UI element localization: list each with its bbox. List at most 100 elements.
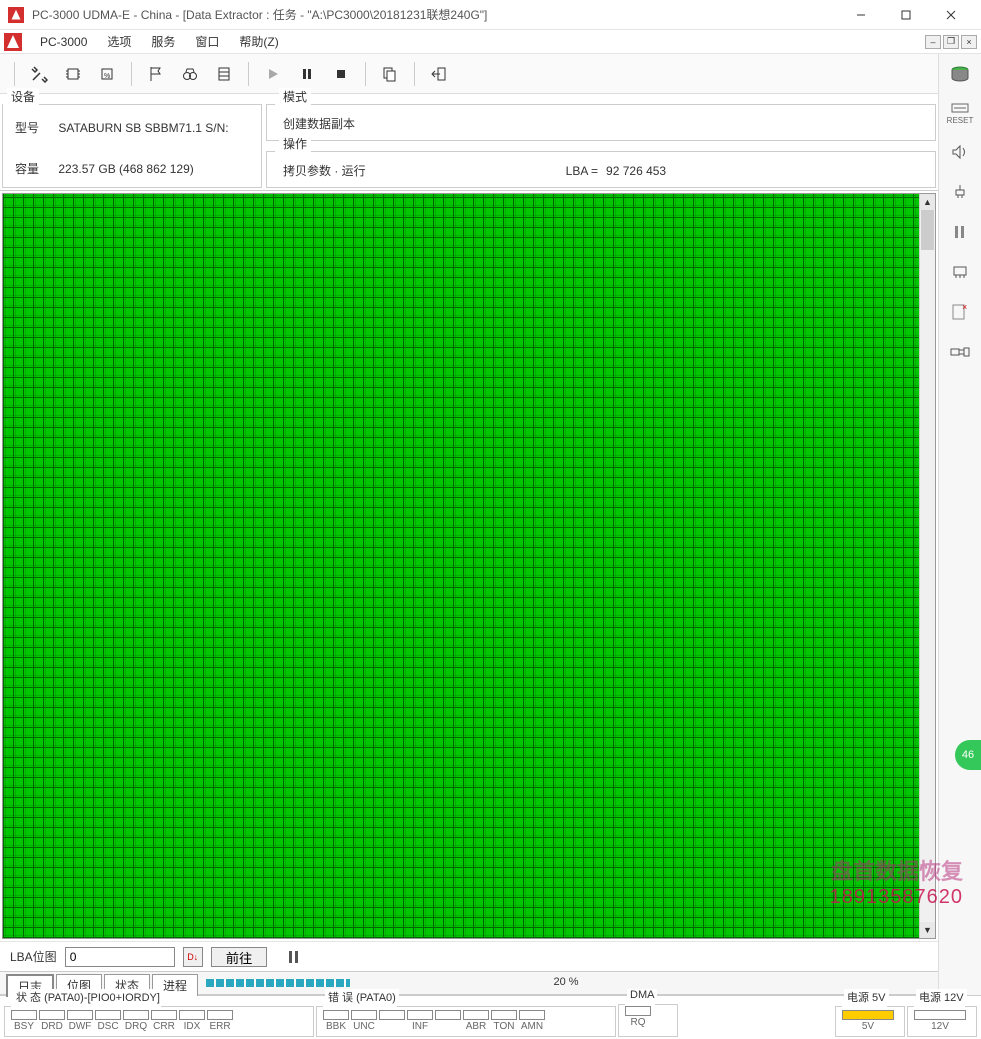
page-x-icon[interactable]: × [947, 299, 973, 325]
stop-button[interactable] [325, 59, 357, 89]
model-label: 型号 [15, 119, 55, 136]
device-panel: 设备 型号 SATABURN SB SBBM71.1 S/N: 容量 223.5… [2, 96, 262, 188]
binoculars-button[interactable] [174, 59, 206, 89]
menu-app-icon [4, 33, 22, 51]
led-label: ABR [466, 1021, 487, 1032]
play-button[interactable] [257, 59, 289, 89]
plug-icon[interactable] [947, 339, 973, 365]
status-error-group: 错 误 (PATA0) BBKUNCINFABRTONAMN [316, 998, 616, 1037]
menu-services[interactable]: 服务 [141, 31, 185, 52]
led-indicator [351, 1010, 377, 1020]
mdi-minimize-button[interactable]: – [925, 35, 941, 49]
lba-marker-button[interactable]: D↓ [183, 947, 203, 967]
menu-app[interactable]: PC-3000 [30, 33, 97, 51]
led-indicator [207, 1010, 233, 1020]
lba-label: LBA = [566, 164, 598, 178]
status-cell: DRD [39, 1010, 65, 1032]
status-cell: UNC [351, 1010, 377, 1032]
led-indicator [123, 1010, 149, 1020]
disk-icon[interactable] [947, 62, 973, 88]
led-label: DWF [69, 1021, 92, 1032]
led-5v [842, 1010, 894, 1020]
map-scrollbar[interactable]: ▲ ▼ [919, 194, 935, 938]
scroll-up-icon[interactable]: ▲ [920, 194, 935, 210]
mdi-close-button[interactable]: × [961, 35, 977, 49]
reset-button[interactable]: RESET [947, 102, 973, 125]
led-indicator [519, 1010, 545, 1020]
status-cell: DSC [95, 1010, 121, 1032]
status-error-legend: 错 误 (PATA0) [325, 989, 399, 1005]
status-cell: BSY [11, 1010, 37, 1032]
pause-button[interactable] [291, 59, 323, 89]
sector-map[interactable] [3, 194, 919, 938]
maximize-button[interactable] [883, 1, 928, 29]
main-toolbar: % [0, 54, 938, 94]
mode-legend: 模式 [279, 88, 311, 105]
mdi-restore-button[interactable]: ❐ [943, 35, 959, 49]
scroll-thumb[interactable] [921, 210, 934, 250]
exit-button[interactable] [423, 59, 455, 89]
flag-button[interactable] [140, 59, 172, 89]
progress-text: 20 % [206, 976, 926, 988]
led-label: DRD [41, 1021, 63, 1032]
status-cell [379, 1010, 405, 1032]
status-12v-group: 电源 12V 12V [907, 998, 977, 1037]
led-indicator [491, 1010, 517, 1020]
status-bar: 状 态 (PATA0)-[PIO0+IORDY] BSYDRDDWFDSCDRQ… [0, 995, 981, 1039]
led-indicator [463, 1010, 489, 1020]
badge-circle[interactable]: 46 [955, 740, 981, 770]
led-label: TON [494, 1021, 515, 1032]
status-cell: TON [491, 1010, 517, 1032]
pause-icon [287, 950, 301, 964]
led-label: RQ [631, 1017, 646, 1028]
app-icon [8, 7, 24, 23]
status-5v-group: 电源 5V 5V [835, 998, 905, 1037]
tools-button[interactable] [23, 59, 55, 89]
led-label: DSC [97, 1021, 118, 1032]
target-button[interactable] [208, 59, 240, 89]
progress-bar: 20 % [206, 977, 926, 989]
led-indicator [435, 1010, 461, 1020]
lba-nav-bar: LBA位图 D↓ 前往 [0, 941, 938, 971]
capacity-label: 容量 [15, 160, 55, 177]
status-5v-legend: 电源 5V [844, 989, 889, 1005]
led-label: AMN [521, 1021, 543, 1032]
side-toolbar: RESET × [939, 54, 981, 995]
led-indicator [625, 1006, 651, 1016]
go-button[interactable]: 前往 [211, 947, 268, 967]
status-cell: ABR [463, 1010, 489, 1032]
status-pata-legend: 状 态 (PATA0)-[PIO0+IORDY] [13, 989, 163, 1005]
mode-value: 创建数据副本 [275, 115, 927, 132]
copy-button[interactable] [374, 59, 406, 89]
side-pause-icon[interactable] [947, 219, 973, 245]
sound-icon[interactable] [947, 139, 973, 165]
lba-value: 92 726 453 [606, 164, 666, 178]
menu-options[interactable]: 选项 [97, 31, 141, 52]
led-indicator [11, 1010, 37, 1020]
menu-window[interactable]: 窗口 [185, 31, 229, 52]
title-bar: PC-3000 UDMA-E - China - [Data Extractor… [0, 0, 981, 30]
status-dma-legend: DMA [627, 989, 657, 1001]
status-cell: RQ [625, 1006, 651, 1028]
chip-side-icon[interactable] [947, 259, 973, 285]
status-cell: BBK [323, 1010, 349, 1032]
chip1-button[interactable] [57, 59, 89, 89]
led-label: INF [412, 1021, 428, 1032]
led-label: BSY [14, 1021, 34, 1032]
window-title: PC-3000 UDMA-E - China - [Data Extractor… [32, 6, 838, 23]
status-cell: DWF [67, 1010, 93, 1032]
lba-input[interactable] [65, 947, 175, 967]
svg-text:%: % [104, 73, 110, 80]
close-button[interactable] [928, 1, 973, 29]
led-indicator [151, 1010, 177, 1020]
status-cell: CRR [151, 1010, 177, 1032]
status-cell: INF [407, 1010, 433, 1032]
chip2-button[interactable]: % [91, 59, 123, 89]
scroll-down-icon[interactable]: ▼ [920, 922, 935, 938]
minimize-button[interactable] [838, 1, 883, 29]
status-cell: AMN [519, 1010, 545, 1032]
svg-text:×: × [962, 302, 967, 312]
connector-icon[interactable] [947, 179, 973, 205]
menu-help[interactable]: 帮助(Z) [229, 31, 288, 52]
led-label: DRQ [125, 1021, 147, 1032]
